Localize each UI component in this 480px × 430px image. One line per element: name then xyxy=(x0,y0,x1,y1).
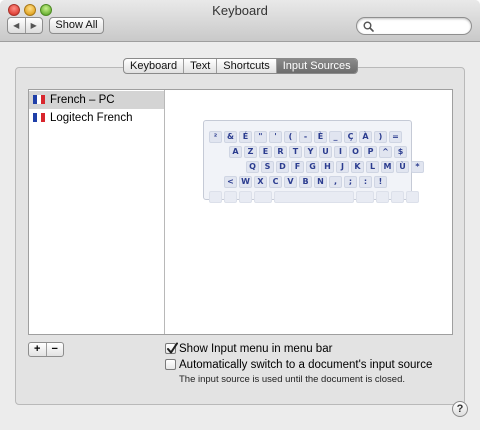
keyboard-key: È xyxy=(314,131,327,143)
tab-shortcuts[interactable]: Shortcuts xyxy=(216,59,275,73)
keyboard-key: Y xyxy=(304,146,317,158)
keyboard-key: I xyxy=(334,146,347,158)
keyboard-key: E xyxy=(259,146,272,158)
keyboard-key: G xyxy=(306,161,319,173)
keyboard-key-blank xyxy=(239,191,252,203)
show-input-menu-checkbox[interactable] xyxy=(165,342,178,354)
keyboard-key: L xyxy=(366,161,379,173)
search-field[interactable] xyxy=(356,17,472,35)
keyboard-key: ! xyxy=(374,176,387,188)
title-bar: Keyboard ◀ ▶ Show All xyxy=(0,0,480,42)
list-item-logitech-french[interactable]: Logitech French xyxy=(29,109,164,127)
help-button[interactable]: ? xyxy=(452,401,468,417)
keyboard-key: À xyxy=(359,131,372,143)
show-input-menu-label[interactable]: Show Input menu in menu bar xyxy=(179,342,332,356)
keyboard-key: D xyxy=(276,161,289,173)
tab-text[interactable]: Text xyxy=(183,59,216,73)
keyboard-row: ² & É " '(- È _ Ç À) = xyxy=(209,131,409,144)
keyboard-key: S xyxy=(261,161,274,173)
keyboard-key: ² xyxy=(209,131,222,143)
keyboard-key-blank xyxy=(406,191,419,203)
auto-switch-label[interactable]: Automatically switch to a document's inp… xyxy=(179,358,432,372)
keyboard-row: < W X C V B N,;:! xyxy=(224,176,424,189)
keyboard-key: U xyxy=(319,146,332,158)
source-label: Logitech French xyxy=(50,112,133,124)
keyboard-key: ; xyxy=(344,176,357,188)
keyboard-key: ^ xyxy=(379,146,392,158)
keyboard-key: - xyxy=(299,131,312,143)
keyboard-row: A Z E R T Y U I O P ^ $ xyxy=(229,146,429,159)
keyboard-key: É xyxy=(239,131,252,143)
keyboard-key-blank xyxy=(274,191,354,203)
keyboard-key: $ xyxy=(394,146,407,158)
keyboard-key: Q xyxy=(246,161,259,173)
checkmark-icon xyxy=(167,342,178,354)
keyboard-key: V xyxy=(284,176,297,188)
keyboard-key: W xyxy=(239,176,252,188)
keyboard-key: * xyxy=(411,161,424,173)
tab-bar: Keyboard Text Shortcuts Input Sources xyxy=(123,58,358,74)
keyboard-key: N xyxy=(314,176,327,188)
keyboard-key: A xyxy=(229,146,242,158)
keyboard-preferences-window: Keyboard ◀ ▶ Show All Keyboard Text Shor… xyxy=(0,0,480,430)
remove-source-button[interactable]: − xyxy=(47,343,64,356)
back-forward-control: ◀ ▶ xyxy=(7,17,43,34)
french-flag-icon xyxy=(33,113,45,122)
keyboard-key: ( xyxy=(284,131,297,143)
keyboard-key: & xyxy=(224,131,237,143)
keyboard-key: = xyxy=(389,131,402,143)
keyboard-key: Ç xyxy=(344,131,357,143)
list-add-remove-buttons: + − xyxy=(28,342,64,357)
keyboard-key: C xyxy=(269,176,282,188)
keyboard-key: Z xyxy=(244,146,257,158)
auto-switch-checkbox[interactable] xyxy=(165,359,176,370)
source-label: French – PC xyxy=(50,94,115,106)
keyboard-key: P xyxy=(364,146,377,158)
keyboard-key: B xyxy=(299,176,312,188)
keyboard-key: X xyxy=(254,176,267,188)
keyboard-key-blank xyxy=(254,191,272,203)
tab-input-sources[interactable]: Input Sources xyxy=(275,59,357,73)
keyboard-key-blank xyxy=(224,191,237,203)
keyboard-key: M xyxy=(381,161,394,173)
keyboard-row-bottom xyxy=(209,191,419,204)
back-button[interactable]: ◀ xyxy=(8,18,26,33)
forward-button[interactable]: ▶ xyxy=(26,18,43,33)
keyboard-key: " xyxy=(254,131,267,143)
keyboard-key: K xyxy=(351,161,364,173)
keyboard-key: R xyxy=(274,146,287,158)
window-title: Keyboard xyxy=(212,3,268,18)
keyboard-key-blank xyxy=(356,191,374,203)
list-item-french-pc[interactable]: French – PC xyxy=(29,91,164,109)
keyboard-row: Q S D F G H J K L M Ù * xyxy=(246,161,446,174)
keyboard-key: _ xyxy=(329,131,342,143)
keyboard-key: < xyxy=(224,176,237,188)
show-all-button[interactable]: Show All xyxy=(49,17,104,34)
keyboard-key: , xyxy=(329,176,342,188)
keyboard-key: T xyxy=(289,146,302,158)
keyboard-key: O xyxy=(349,146,362,158)
tab-keyboard[interactable]: Keyboard xyxy=(124,59,183,73)
keyboard-key: ) xyxy=(374,131,387,143)
keyboard-key-blank xyxy=(376,191,389,203)
french-flag-icon xyxy=(33,95,45,104)
keyboard-key-blank xyxy=(209,191,222,203)
keyboard-key: H xyxy=(321,161,334,173)
search-icon xyxy=(363,21,374,32)
input-sources-list[interactable]: French – PC Logitech French xyxy=(29,90,165,334)
keyboard-key: F xyxy=(291,161,304,173)
keyboard-layout-preview: ² & É " '(- È _ Ç À) = A Z E R T Y U I O P ^ $ Q S D F G H J K L M Ù * < W X… xyxy=(203,120,424,203)
keyboard-key: : xyxy=(359,176,372,188)
keyboard-key-blank xyxy=(391,191,404,203)
keyboard-key: ' xyxy=(269,131,282,143)
keyboard-key: J xyxy=(336,161,349,173)
auto-switch-note: The input source is used until the docum… xyxy=(179,374,406,385)
add-source-button[interactable]: + xyxy=(29,343,47,356)
keyboard-key: Ù xyxy=(396,161,409,173)
